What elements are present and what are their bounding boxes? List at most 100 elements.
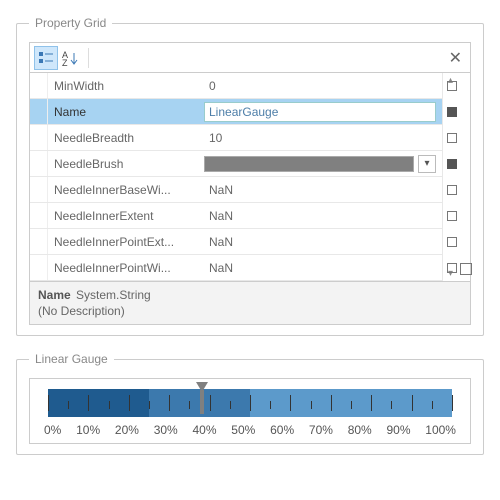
gauge-tick-major <box>371 395 372 411</box>
property-marker[interactable] <box>447 211 457 221</box>
property-value[interactable]: ▾ <box>198 155 442 173</box>
property-row[interactable]: NeedleBrush ▾ <box>30 151 442 177</box>
value-input[interactable]: NaN <box>204 258 436 278</box>
gauge-tick-major <box>210 395 211 411</box>
gauge-tick-minor <box>351 401 352 409</box>
gauge-segment <box>48 389 149 417</box>
gauge-tick-major <box>290 395 291 411</box>
property-value[interactable]: 10 <box>198 128 442 148</box>
gauge-tick-major <box>88 395 89 411</box>
property-markers-gutter[interactable]: ▴ ▾ <box>442 73 470 281</box>
gauge-tick-minor <box>270 401 271 409</box>
property-row[interactable]: NeedleInnerBaseWi... NaN <box>30 177 442 203</box>
property-marker[interactable] <box>447 81 457 91</box>
row-gutter <box>30 177 48 202</box>
property-name: NeedleBrush <box>48 157 198 171</box>
property-name: NeedleInnerBaseWi... <box>48 183 198 197</box>
property-value[interactable]: 0 <box>198 76 442 96</box>
gauge-tick-minor <box>68 401 69 409</box>
property-grid-body: MinWidth0NameLinearGaugeNeedleBreadth10N… <box>30 73 470 281</box>
value-input[interactable]: NaN <box>204 180 436 200</box>
property-marker[interactable] <box>447 185 457 195</box>
row-gutter <box>30 151 48 176</box>
property-marker[interactable] <box>447 159 457 169</box>
property-row[interactable]: NeedleInnerExtent NaN <box>30 203 442 229</box>
toolbar-separator <box>88 48 89 68</box>
gauge-tick-major <box>48 395 49 411</box>
row-gutter <box>30 73 48 98</box>
gauge-tick-minor <box>189 401 190 409</box>
property-row[interactable]: MinWidth 0 <box>30 73 442 99</box>
property-row[interactable]: Name LinearGauge <box>30 99 442 125</box>
value-input[interactable]: 0 <box>204 76 436 96</box>
gauge-segment <box>149 389 250 417</box>
description-name: Name <box>38 288 71 302</box>
alphabetical-button[interactable]: AZ <box>60 46 84 70</box>
property-row[interactable]: NeedleInnerPointWi... NaN <box>30 255 442 281</box>
property-name: NeedleInnerPointWi... <box>48 261 198 275</box>
gauge-tick-minor <box>311 401 312 409</box>
gauge-label: 60% <box>270 423 294 437</box>
gauge-tick-major <box>250 395 251 411</box>
gauge-label: 10% <box>76 423 100 437</box>
description-text: (No Description) <box>38 304 462 318</box>
linear-gauge: 0%10%20%30%40%50%60%70%80%90%100% <box>29 378 471 444</box>
row-gutter <box>30 229 48 254</box>
linear-gauge-legend: Linear Gauge <box>29 352 114 366</box>
property-marker[interactable] <box>447 237 457 247</box>
property-grid-legend: Property Grid <box>29 16 112 30</box>
gauge-labels: 0%10%20%30%40%50%60%70%80%90%100% <box>44 423 456 437</box>
property-value[interactable]: NaN <box>198 180 442 200</box>
property-name: NeedleInnerPointExt... <box>48 235 198 249</box>
gauge-label: 50% <box>231 423 255 437</box>
property-grid: AZ ✕ MinWidth 0 Name LinearGauge NeedleBread… <box>29 42 471 325</box>
value-input[interactable]: 10 <box>204 128 436 148</box>
property-value[interactable]: LinearGauge <box>198 102 442 122</box>
property-name: NeedleInnerExtent <box>48 209 198 223</box>
property-rows: MinWidth0NameLinearGaugeNeedleBreadth10N… <box>30 73 442 281</box>
brush-swatch <box>204 156 414 172</box>
categorized-button[interactable] <box>34 46 58 70</box>
property-description-panel: Name System.String (No Description) <box>30 281 470 324</box>
row-gutter <box>30 255 48 280</box>
property-row[interactable]: NeedleInnerPointExt... NaN <box>30 229 442 255</box>
clear-button[interactable]: ✕ <box>445 48 466 68</box>
gauge-label: 0% <box>44 423 61 437</box>
property-name: NeedleBreadth <box>48 131 198 145</box>
property-marker[interactable] <box>447 107 457 117</box>
value-input[interactable]: LinearGauge <box>204 102 436 122</box>
property-marker[interactable] <box>447 133 457 143</box>
gauge-label: 80% <box>348 423 372 437</box>
gauge-tick-minor <box>149 401 150 409</box>
categorized-icon <box>38 50 54 66</box>
value-input[interactable]: NaN <box>204 206 436 226</box>
linear-gauge-group: Linear Gauge 0%10%20%30%40%50%60%70%80%9… <box>16 352 484 455</box>
value-input[interactable]: NaN <box>204 232 436 252</box>
description-type: System.String <box>76 288 151 302</box>
gauge-label: 40% <box>193 423 217 437</box>
property-row[interactable]: NeedleBreadth 10 <box>30 125 442 151</box>
gauge-tick-minor <box>230 401 231 409</box>
row-gutter <box>30 203 48 228</box>
property-grid-toolbar: AZ ✕ <box>30 43 470 73</box>
property-marker[interactable] <box>447 263 457 273</box>
gauge-tick-major <box>129 395 130 411</box>
property-value[interactable]: NaN <box>198 232 442 252</box>
gauge-tick-minor <box>391 401 392 409</box>
gauge-track[interactable] <box>48 389 452 417</box>
property-value[interactable]: NaN <box>198 258 442 278</box>
property-name: Name <box>48 105 198 119</box>
gauge-tick-major <box>412 395 413 411</box>
gauge-label: 20% <box>115 423 139 437</box>
dropdown-button[interactable]: ▾ <box>418 155 436 173</box>
property-value[interactable]: NaN <box>198 206 442 226</box>
gauge-label: 70% <box>309 423 333 437</box>
alphabetical-icon: AZ <box>62 50 82 66</box>
row-gutter <box>30 99 48 124</box>
svg-text:Z: Z <box>62 58 68 66</box>
gauge-tick-major <box>331 395 332 411</box>
property-name: MinWidth <box>48 79 198 93</box>
row-gutter <box>30 125 48 150</box>
gauge-tick-major <box>169 395 170 411</box>
gauge-label: 100% <box>425 423 456 437</box>
